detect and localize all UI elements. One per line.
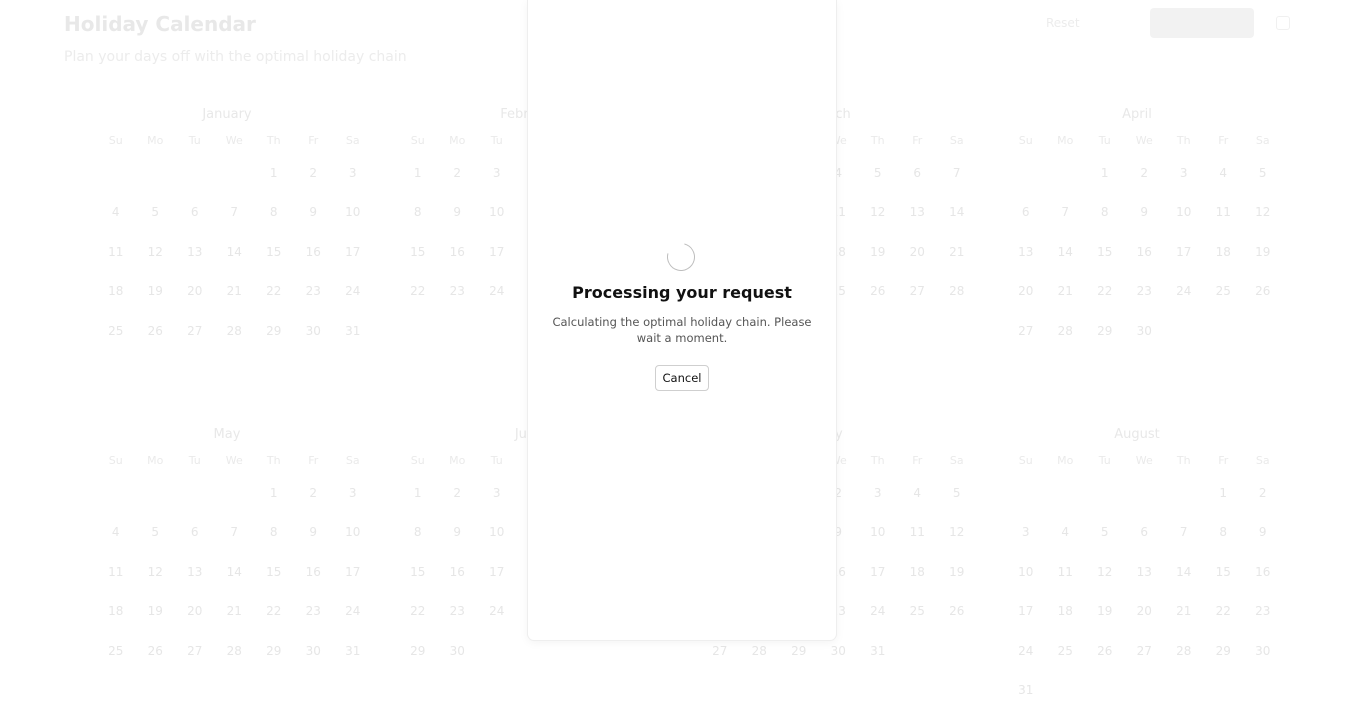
loading-spinner-icon <box>661 237 701 277</box>
day-cell[interactable]: 29 <box>779 644 819 658</box>
dialog-message: Calculating the optimal holiday chain. P… <box>552 315 812 345</box>
day-cell[interactable]: 30 <box>294 644 334 658</box>
day-cell[interactable]: 27 <box>1125 644 1165 658</box>
day-cell[interactable]: 30 <box>819 644 859 658</box>
day-cell[interactable]: 24 <box>1006 644 1046 658</box>
day-cell[interactable]: 26 <box>136 644 176 658</box>
day-cell[interactable]: 29 <box>254 644 294 658</box>
day-cell[interactable]: 26 <box>1085 644 1125 658</box>
dialog-title: Processing your request <box>572 283 792 302</box>
cancel-button[interactable]: Cancel <box>655 365 709 391</box>
day-cell[interactable]: 31 <box>1006 683 1046 697</box>
day-cell[interactable]: 25 <box>96 644 136 658</box>
day-cell[interactable]: 30 <box>1243 644 1283 658</box>
day-cell[interactable]: 27 <box>175 644 215 658</box>
day-cell[interactable]: 31 <box>858 644 898 658</box>
day-cell[interactable]: 29 <box>1204 644 1244 658</box>
day-cell[interactable]: 28 <box>1164 644 1204 658</box>
day-cell[interactable]: 30 <box>438 644 478 658</box>
day-cell[interactable]: 31 <box>333 644 373 658</box>
day-cell[interactable]: 28 <box>740 644 780 658</box>
day-cell[interactable]: 28 <box>215 644 255 658</box>
processing-dialog: Processing your request Calculating the … <box>528 0 836 640</box>
day-cell[interactable]: 25 <box>1046 644 1086 658</box>
day-cell[interactable]: 29 <box>398 644 438 658</box>
day-cell[interactable]: 27 <box>700 644 740 658</box>
